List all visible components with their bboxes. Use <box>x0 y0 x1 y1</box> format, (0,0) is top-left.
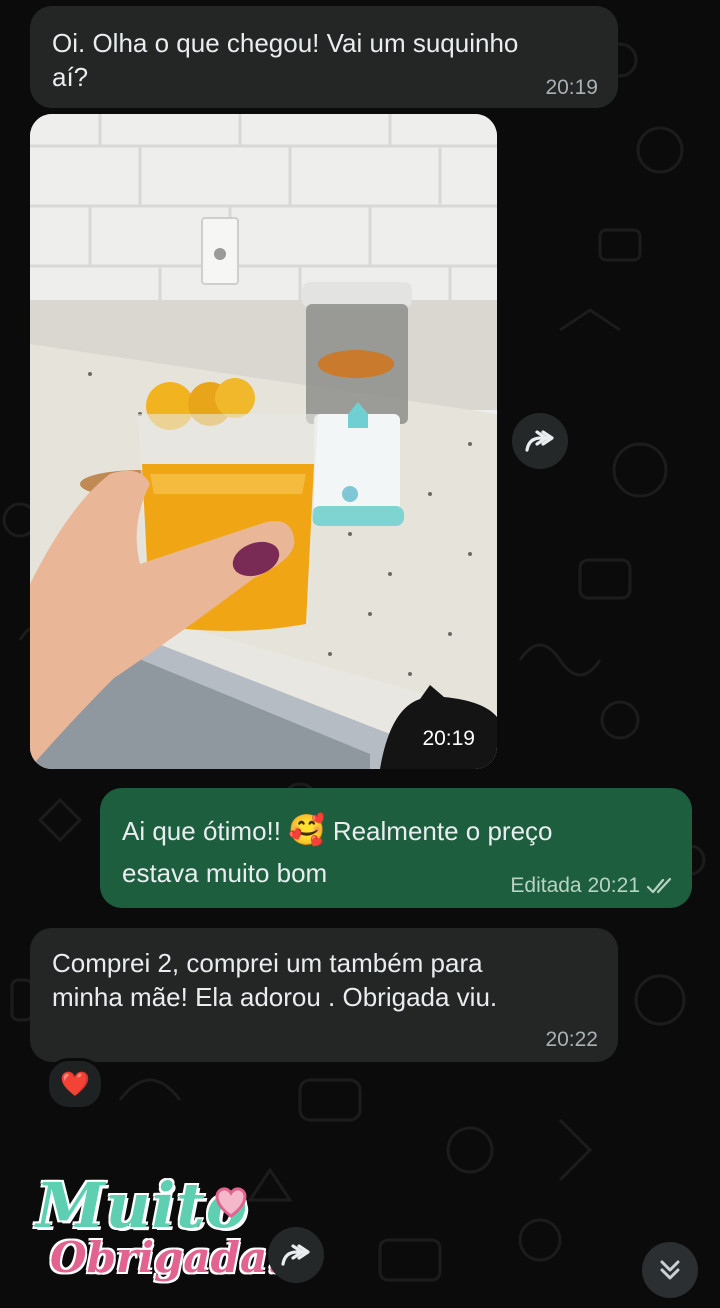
photo-time: 20:19 <box>422 727 475 750</box>
message-time: Editada 20:21 <box>510 874 640 897</box>
heart-icon: ❤️ <box>60 1070 90 1098</box>
message-text-line: Comprei 2, comprei um também para <box>52 948 483 978</box>
message-text-line: estava muito bom <box>122 858 328 888</box>
message-text-line: minha mãe! Ela adorou . Obrigada viu. <box>52 982 498 1012</box>
photo-message[interactable]: 20:19 <box>30 114 497 769</box>
outgoing-message-1[interactable]: Ai que ótimo!! 🥰 Realmente o preço estav… <box>100 788 692 908</box>
message-text-part: Ai que ótimo!! <box>122 816 281 846</box>
juicer-photo <box>30 114 497 769</box>
message-time: 20:19 <box>545 76 598 99</box>
incoming-message-2[interactable]: Comprei 2, comprei um também para minha … <box>30 928 618 1062</box>
message-text-line: Oi. Olha o que chegou! Vai um suquinho <box>52 28 519 58</box>
message-time: 20:22 <box>545 1028 598 1051</box>
message-text-line: Ai que ótimo!! 🥰 Realmente o preço <box>122 814 553 848</box>
forward-button[interactable] <box>512 413 568 469</box>
heart-icon <box>215 1187 247 1218</box>
forward-icon <box>281 1244 310 1266</box>
sticker-message[interactable]: Muito Obrigada! <box>30 1165 286 1305</box>
forward-icon <box>525 430 554 452</box>
forward-button[interactable] <box>268 1227 324 1283</box>
message-reaction[interactable]: ❤️ <box>46 1058 104 1110</box>
double-check-icon <box>646 877 672 894</box>
scroll-to-bottom-button[interactable] <box>642 1242 698 1298</box>
message-text-part: Realmente o preço <box>332 816 553 846</box>
emoji: 🥰 <box>288 814 326 847</box>
incoming-message-1[interactable]: Oi. Olha o que chegou! Vai um suquinho a… <box>30 6 618 108</box>
message-text-line: aí? <box>52 62 89 92</box>
chevrons-down-icon <box>660 1260 680 1280</box>
sticker-text: Obrigada! <box>50 1233 286 1282</box>
